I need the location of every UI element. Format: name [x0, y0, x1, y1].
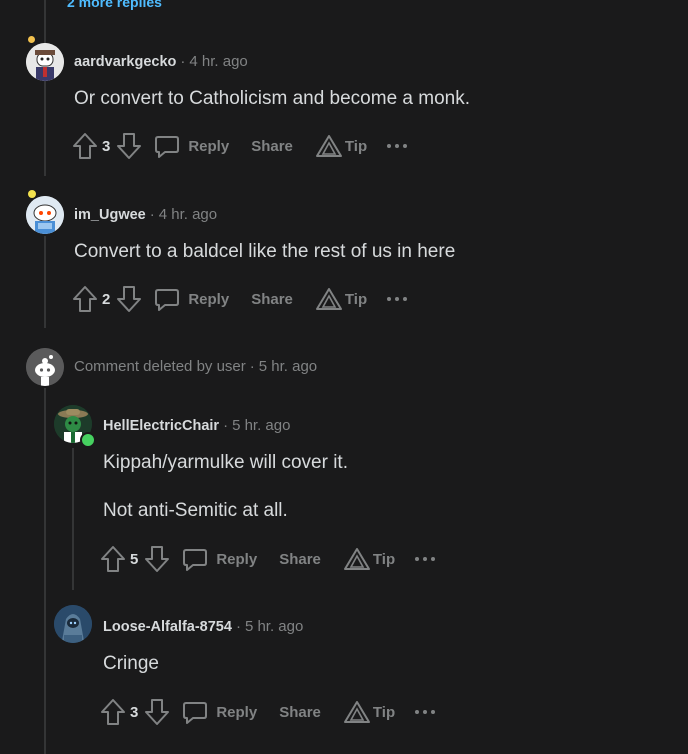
reply-button[interactable]: Reply [154, 133, 229, 159]
more-options-icon[interactable] [387, 144, 408, 148]
separator-dot: · [149, 206, 155, 223]
tip-button[interactable]: Tip [343, 547, 395, 571]
tip-label: Tip [344, 290, 368, 308]
username[interactable]: im_Ugwee [74, 207, 146, 223]
username[interactable]: Loose-Alfalfa-8754 [103, 619, 232, 635]
avatar-image [26, 196, 64, 234]
tip-icon [343, 701, 370, 723]
tip-icon [343, 548, 370, 570]
comment-meta: Comment deleted by user · 5 hr. ago [74, 358, 317, 375]
username[interactable]: HellElectricChair [103, 418, 219, 434]
deleted-avatar [26, 348, 64, 386]
thread-line[interactable] [72, 448, 74, 590]
separator-dot: · [180, 53, 186, 70]
comment-meta: im_Ugwee · 4 hr. ago [74, 206, 217, 223]
vote-count: 3 [102, 137, 111, 155]
deleted-label: Comment deleted by user [74, 358, 246, 375]
comment-body: Convert to a baldcel like the rest of us… [74, 241, 456, 262]
downvote-icon[interactable] [144, 545, 170, 573]
tip-button[interactable]: Tip [315, 134, 367, 158]
reply-button[interactable]: Reply [154, 286, 229, 312]
avatar-image [26, 43, 64, 81]
comment-actions: 3 Reply Share Tip [72, 131, 408, 161]
upvote-icon[interactable] [100, 545, 126, 573]
comment-icon [155, 136, 180, 158]
comment-body: Not anti-Semitic at all. [103, 500, 288, 521]
timestamp[interactable]: 5 hr. ago [259, 358, 317, 375]
upvote-icon[interactable] [100, 698, 126, 726]
vote-count: 5 [130, 550, 139, 568]
tip-icon [315, 288, 342, 310]
more-options-icon[interactable] [415, 557, 436, 561]
separator-dot: · [249, 358, 255, 375]
comment-body: Or convert to Catholicism and become a m… [74, 88, 471, 109]
more-options-icon[interactable] [387, 297, 408, 301]
more-replies-link[interactable]: 2 more replies [67, 0, 162, 10]
comment-meta: HellElectricChair · 5 hr. ago [103, 417, 290, 434]
avatar[interactable] [54, 605, 92, 643]
online-indicator [80, 432, 96, 448]
thread-line[interactable] [44, 236, 46, 328]
downvote-icon[interactable] [116, 285, 142, 313]
comment-actions: 5 Reply Share Tip [100, 544, 436, 574]
reply-label: Reply [216, 703, 258, 721]
thread-line[interactable] [44, 388, 46, 754]
avatar[interactable] [26, 43, 64, 81]
downvote-icon[interactable] [116, 132, 142, 160]
separator-dot: · [223, 417, 229, 434]
share-button[interactable]: Share [279, 704, 321, 721]
comment-icon [155, 289, 180, 311]
more-options-icon[interactable] [415, 710, 436, 714]
timestamp[interactable]: 5 hr. ago [245, 618, 303, 635]
share-button[interactable]: Share [279, 551, 321, 568]
comment-icon [183, 549, 208, 571]
tip-button[interactable]: Tip [343, 700, 395, 724]
share-button[interactable]: Share [251, 291, 293, 308]
reply-button[interactable]: Reply [182, 546, 257, 572]
timestamp[interactable]: 4 hr. ago [189, 53, 247, 70]
avatar-image [54, 605, 92, 643]
tip-label: Tip [372, 703, 396, 721]
downvote-icon[interactable] [144, 698, 170, 726]
upvote-icon[interactable] [72, 132, 98, 160]
separator-dot: · [235, 618, 241, 635]
upvote-icon[interactable] [72, 285, 98, 313]
tip-button[interactable]: Tip [315, 287, 367, 311]
comment-icon [183, 702, 208, 724]
comment-meta: Loose-Alfalfa-8754 · 5 hr. ago [103, 618, 303, 635]
timestamp[interactable]: 4 hr. ago [159, 206, 217, 223]
timestamp[interactable]: 5 hr. ago [232, 417, 290, 434]
reply-label: Reply [216, 550, 258, 568]
reply-label: Reply [188, 290, 230, 308]
comment-meta: aardvarkgecko · 4 hr. ago [74, 53, 248, 70]
status-dot [28, 36, 35, 43]
tip-label: Tip [372, 550, 396, 568]
comment-body: Cringe [103, 653, 159, 674]
status-dot [28, 190, 36, 198]
thread-line[interactable] [44, 0, 46, 176]
comment-actions: 3 Reply Share Tip [100, 697, 436, 727]
vote-count: 3 [130, 703, 139, 721]
avatar[interactable] [26, 196, 64, 234]
tip-icon [315, 135, 342, 157]
comment-actions: 2 Reply Share Tip [72, 284, 408, 314]
username[interactable]: aardvarkgecko [74, 54, 176, 70]
share-button[interactable]: Share [251, 138, 293, 155]
default-avatar-icon [26, 348, 64, 386]
tip-label: Tip [344, 137, 368, 155]
vote-count: 2 [102, 290, 111, 308]
reply-button[interactable]: Reply [182, 699, 257, 725]
reply-label: Reply [188, 137, 230, 155]
comment-body: Kippah/yarmulke will cover it. [103, 452, 348, 473]
